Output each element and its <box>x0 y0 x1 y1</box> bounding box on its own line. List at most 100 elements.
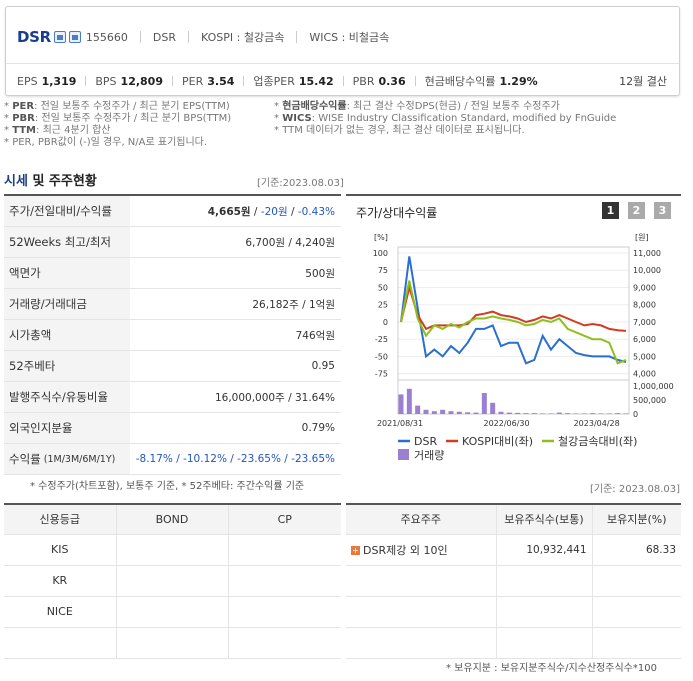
y-tick-left: 25 <box>378 301 388 310</box>
wics-sector: WICS : 비철금속 <box>309 31 390 44</box>
y-tick-right: 8,000 <box>633 301 656 310</box>
y-tick-left: 0 <box>383 318 388 327</box>
metric-label: PBR <box>352 74 375 88</box>
notes-left: * PER: 전일 보통주 수정주가 / 최근 분기 EPS(TTM) * PBR… <box>4 101 274 149</box>
volume-bar <box>440 409 446 414</box>
quote-value: 746억원 <box>295 329 335 342</box>
x-tick: 2022/06/30 <box>484 419 530 428</box>
metric-value: 1,319 <box>41 74 77 88</box>
shareholder-table: 주요주주 보유주식수(보통) 보유지분(%) + DSR제강 외 10인 10,93… <box>346 503 681 659</box>
quote-value: 16,000,000주 / 31.64% <box>214 391 335 404</box>
note-line: * WICS: WISE Industry Classification Sta… <box>274 113 617 124</box>
volume-bar <box>423 409 429 414</box>
note-key: PBR <box>12 113 35 124</box>
chart-page-3[interactable]: 3 <box>654 202 671 219</box>
volume-bar <box>523 413 529 414</box>
volume-bar <box>590 413 596 414</box>
series-line-1 <box>400 283 627 332</box>
quote-label: 52주베타 <box>4 351 130 381</box>
y-tick-right: 6,000 <box>633 335 656 344</box>
volume-tick: 0 <box>633 410 638 419</box>
chart-panel: 주가/상대수익률 1 2 3 [%] [원] 100 75 50 25 0 -25 -50 -75… <box>346 194 681 468</box>
note-line: * TTM: 최근 4분기 합산 <box>4 125 111 136</box>
metric-label: PER <box>182 74 204 88</box>
price-chart: [%] [원] 100 75 50 25 0 -25 -50 -75 11,000 10,000 9,0… <box>373 233 674 462</box>
volume-bar <box>481 393 487 414</box>
expand-icon[interactable]: + <box>351 546 360 555</box>
volume-bar <box>465 412 471 414</box>
volume-bar <box>415 405 421 414</box>
home-icon[interactable] <box>53 31 66 43</box>
quote-table: 주가/전일대비/수익률 4,665원 / -20원 / -0.43% 52Weeks… <box>4 194 341 475</box>
note-key: TTM <box>12 125 37 136</box>
note-line: * TTM 데이터가 없는 경우, 최근 결산 데이터로 표시됩니다. <box>274 125 525 136</box>
volume-bar <box>498 411 504 414</box>
y-tick-left: 100 <box>373 249 388 258</box>
volume-bar <box>615 413 621 414</box>
metric-label: 현금배당수익률 <box>424 75 496 88</box>
credit-header-bond: BOND <box>115 504 228 535</box>
share-count: 10,932,441 <box>495 534 592 566</box>
y-tick-left: 50 <box>378 283 388 292</box>
quote-label: 주가/전일대비/수익률 <box>4 196 130 226</box>
shareholder-footnote: * 보유지분 : 보유지분주식수/지수산정주식수*100 <box>446 663 657 674</box>
note-text: : WISE Industry Classification Standard,… <box>311 113 617 124</box>
sh-header-shares: 보유주식수(보통) <box>495 504 592 535</box>
quote-label: 52Weeks 최고/최저 <box>4 227 130 257</box>
quote-row: 발행주식수/유동비율 16,000,000주 / 31.64% <box>4 382 341 413</box>
legend-label: DSR <box>414 435 437 448</box>
quote-value: 4,665원 / -20원 / -0.43% <box>207 205 335 218</box>
quote-row: 거래량/거래대금 26,182주 / 1억원 <box>4 289 341 320</box>
x-tick: 2023/04/28 <box>574 419 620 428</box>
y-tick-right: 5,000 <box>633 352 656 361</box>
y-tick-right: 4,000 <box>633 370 656 379</box>
quote-value: 500원 <box>305 267 335 280</box>
note-text: : 전일 보통주 수정주가 / 최근 분기 BPS(TTM) <box>34 113 232 124</box>
y-tick-right: 11,000 <box>633 249 661 258</box>
volume-bar <box>548 413 554 414</box>
credit-header-cp: CP <box>227 504 341 535</box>
building-icon[interactable] <box>68 31 81 43</box>
table-row: NICE <box>4 596 341 628</box>
volume-bar <box>623 413 629 414</box>
volume-bar <box>606 413 612 414</box>
volume-bar <box>598 413 604 414</box>
y-tick-left: -75 <box>375 370 388 379</box>
sh-header-name: 주요주주 <box>346 504 496 535</box>
share-pct: 68.33 <box>591 534 681 566</box>
chart-page-2[interactable]: 2 <box>628 202 645 219</box>
plot-frame <box>397 246 630 415</box>
note-line: * PER, PBR값이 (-)일 경우, N/A로 표기됩니다. <box>4 137 208 148</box>
table-row: KIS <box>4 534 341 566</box>
table-row <box>346 565 681 597</box>
note-line: * PER: 전일 보통주 수정주가 / 최근 분기 EPS(TTM) <box>4 101 230 112</box>
shareholder-name[interactable]: DSR제강 외 10인 <box>363 544 448 557</box>
market-sector: KOSPI : 철강금속 <box>201 31 285 44</box>
metrics-row: EPS 1,319 BPS 12,809 PER 3.54 업종PER 15.42 PBR 0.3… <box>17 73 538 89</box>
volume-bar <box>515 412 521 414</box>
volume-tick: 1,000,000 <box>633 382 674 391</box>
quote-value: -8.17% / -10.12% / -23.65% / -23.65% <box>135 453 335 465</box>
metric-label: EPS <box>17 74 38 88</box>
left-unit: [%] <box>374 233 388 242</box>
table-row: + DSR제강 외 10인 10,932,441 68.33 <box>346 534 681 566</box>
base-date: [기준:2023.08.03] <box>257 178 344 189</box>
volume-bar <box>398 394 404 414</box>
volume-bar <box>540 413 546 414</box>
legend-label: 거래량 <box>414 449 444 462</box>
shareholder-base-date: [기준: 2023.08.03] <box>590 484 681 495</box>
volume-bar <box>490 402 496 414</box>
volume-bar <box>565 413 571 414</box>
chart-page-1[interactable]: 1 <box>602 202 619 219</box>
quote-row: 외국인지분율 0.79% <box>4 413 341 444</box>
volume-bar <box>506 412 512 414</box>
table-row <box>346 596 681 628</box>
volume-bar <box>456 411 462 414</box>
agency-name <box>4 627 116 659</box>
note-text: : 전일 보통주 수정주가 / 최근 분기 EPS(TTM) <box>34 101 230 112</box>
stock-name: DSR <box>17 28 51 46</box>
quote-row: 주가/전일대비/수익률 4,665원 / -20원 / -0.43% <box>4 196 341 227</box>
legend-label: KOSPI대비(좌) <box>462 435 533 448</box>
section-title: 시세 및 주주현황 <box>4 174 97 189</box>
volume-bar <box>431 411 437 414</box>
